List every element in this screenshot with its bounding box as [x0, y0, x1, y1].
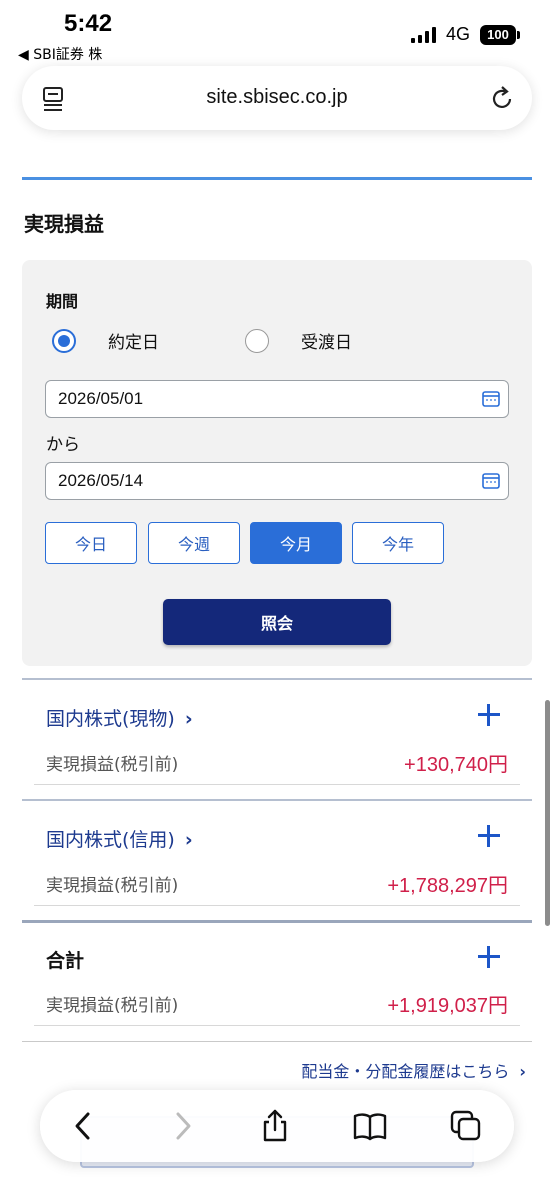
expand-plus-icon[interactable] [478, 825, 500, 847]
this-year-button[interactable]: 今年 [352, 522, 444, 564]
this-month-button[interactable]: 今月 [250, 522, 342, 564]
status-time: 5:42 [64, 10, 113, 37]
expand-plus-icon[interactable] [478, 946, 500, 968]
row-label: 実現損益(税引前) [46, 876, 179, 896]
row-divider [34, 1025, 520, 1026]
dividend-history-link[interactable]: 配当金・分配金履歴はこちら › [301, 1058, 526, 1082]
to-date-value: 2026/05/14 [58, 471, 144, 490]
page-title: 実現損益 [24, 212, 104, 236]
back-to-app-link[interactable]: ◀ SBI証券 株 [18, 44, 102, 64]
realized-pl-value: +1,919,037円 [387, 995, 508, 1017]
back-arrow-icon[interactable] [66, 1108, 102, 1144]
realized-pl-value: +1,788,297円 [387, 875, 508, 897]
radio-unchecked-icon[interactable] [245, 328, 269, 353]
network-type: 4G [445, 24, 470, 44]
url-text[interactable]: site.sbisec.co.jp [22, 86, 532, 109]
chevron-right-icon: › [184, 708, 193, 730]
battery-icon: 100 [480, 24, 520, 45]
result-divider [22, 678, 532, 680]
calendar-icon[interactable] [482, 472, 500, 490]
browser-toolbar [40, 1090, 514, 1162]
expand-plus-icon[interactable] [478, 704, 500, 726]
section-top-border [22, 177, 532, 180]
radio-checked-icon[interactable] [52, 328, 76, 353]
row-divider [34, 784, 520, 785]
result-divider [22, 920, 532, 923]
address-bar[interactable]: site.sbisec.co.jp [22, 66, 532, 130]
radio-settlement-date[interactable]: 受渡日 [245, 328, 352, 353]
result-divider [22, 799, 532, 801]
from-date-input[interactable]: 2026/05/01 [45, 380, 509, 418]
date-range-separator: から [46, 435, 80, 455]
row-label: 実現損益(税引前) [46, 755, 179, 775]
radio-label: 約定日 [108, 333, 159, 353]
status-indicators: 4G 100 [410, 24, 520, 45]
category-margin-link[interactable]: 国内株式(信用) › [46, 825, 193, 852]
share-icon[interactable] [257, 1108, 293, 1144]
category-cash-stock-link[interactable]: 国内株式(現物) › [46, 704, 193, 731]
today-button[interactable]: 今日 [45, 522, 137, 564]
this-week-button[interactable]: 今週 [148, 522, 240, 564]
chevron-right-icon: › [519, 1062, 526, 1081]
result-divider [22, 1041, 532, 1042]
category-label: 国内株式(信用) [46, 829, 175, 851]
radio-trade-date[interactable]: 約定日 [52, 328, 159, 353]
from-date-value: 2026/05/01 [58, 389, 144, 408]
scroll-indicator[interactable] [545, 700, 550, 926]
category-label: 国内株式(現物) [46, 708, 175, 730]
dividend-link-label: 配当金・分配金履歴はこちら [301, 1062, 510, 1081]
category-total-label: 合計 [46, 950, 85, 972]
reload-icon[interactable] [488, 84, 516, 112]
radio-label: 受渡日 [301, 333, 352, 353]
calendar-icon[interactable] [482, 390, 500, 408]
submit-query-button[interactable]: 照会 [163, 599, 391, 645]
chevron-right-icon: › [184, 829, 193, 851]
tabs-icon[interactable] [448, 1108, 484, 1144]
row-label: 実現損益(税引前) [46, 996, 179, 1016]
to-date-input[interactable]: 2026/05/14 [45, 462, 509, 500]
forward-arrow-icon[interactable] [164, 1108, 200, 1144]
realized-pl-value: +130,740円 [404, 754, 508, 776]
bookmarks-icon[interactable] [352, 1108, 388, 1144]
row-divider [34, 905, 520, 906]
signal-icon [410, 26, 436, 43]
battery-level: 100 [487, 27, 509, 42]
search-panel: 期間 約定日 受渡日 2026/05/01 から 2026/05/14 今日 今… [22, 260, 532, 666]
period-label: 期間 [46, 292, 79, 311]
